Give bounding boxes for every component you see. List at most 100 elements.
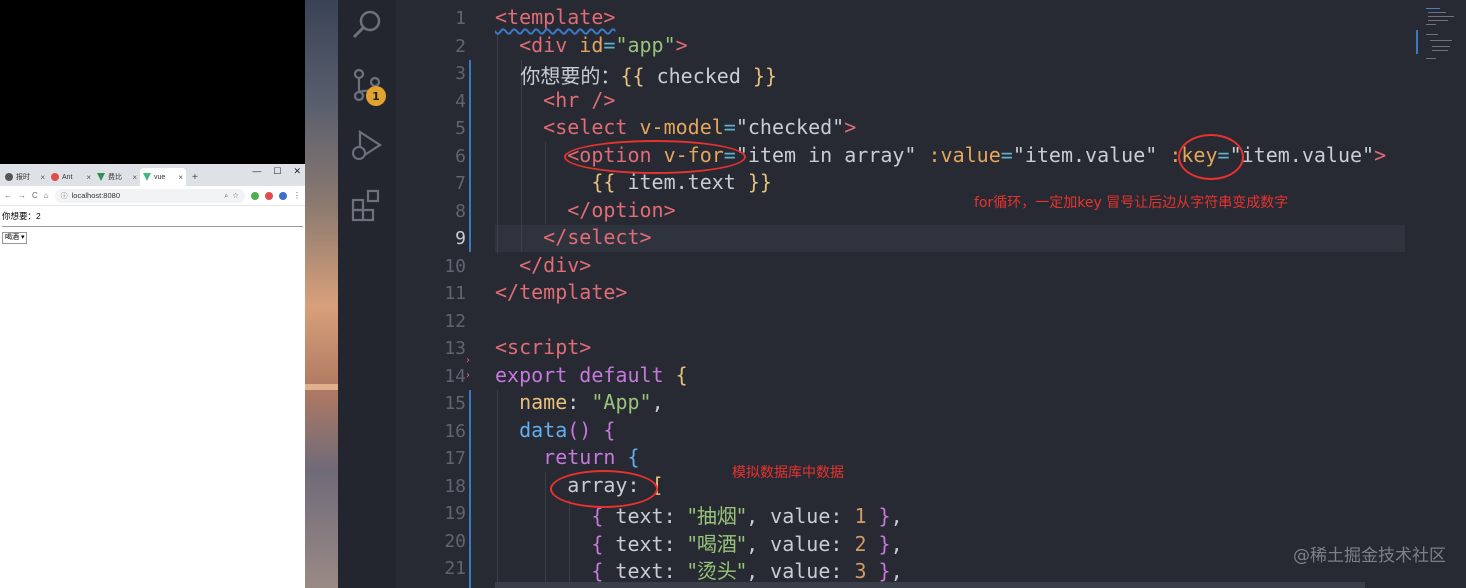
code-token: id xyxy=(567,32,604,57)
annotation-circle-array xyxy=(550,470,658,508)
code-token: > xyxy=(675,32,688,57)
tab-favicon-icon xyxy=(143,173,151,181)
code-line[interactable]: </template> xyxy=(495,280,627,308)
tab-favicon-icon xyxy=(5,173,13,181)
browser-tab[interactable]: 费比 × xyxy=(94,168,140,186)
info-icon[interactable]: ⓘ xyxy=(61,191,68,201)
code-token: { xyxy=(603,417,616,442)
code-line[interactable]: {{ item.text }} xyxy=(495,170,772,198)
fold-arrow-icon[interactable]: › xyxy=(466,355,470,366)
line-number: 6 xyxy=(455,145,466,167)
line-number: 8 xyxy=(455,200,466,222)
code-line[interactable]: <hr /> xyxy=(495,88,615,116)
tab-close-icon[interactable]: × xyxy=(40,173,45,182)
code-line[interactable]: export default { xyxy=(495,363,688,391)
page-content: 你想要：2 喝酒 ▾ xyxy=(0,206,305,248)
code-token: v-model xyxy=(627,115,724,139)
line-number: 11 xyxy=(444,283,466,304)
menu-icon[interactable]: ⋮ xyxy=(293,191,301,200)
select-dropdown[interactable]: 喝酒 ▾ xyxy=(2,232,28,244)
line-number: 17 xyxy=(444,448,466,469)
fold-arrow-icon[interactable]: › xyxy=(466,370,470,381)
new-tab-button[interactable]: + xyxy=(192,172,198,183)
code-line[interactable]: { text: "烫头", value: 3 }, xyxy=(495,555,902,583)
code-line[interactable]: 你想要的：{{ checked }} xyxy=(495,60,777,88)
code-token: </div> xyxy=(519,252,592,277)
back-button[interactable]: ← xyxy=(4,191,12,200)
tab-close-icon[interactable]: × xyxy=(178,173,183,182)
tab-label: 报时 xyxy=(16,174,30,181)
maximize-button[interactable]: ☐ xyxy=(273,166,281,177)
browser-tab[interactable]: vue × xyxy=(140,168,186,186)
minimap[interactable] xyxy=(1402,0,1466,70)
bookmark-star-icon[interactable]: ☆ xyxy=(232,191,239,200)
code-token: { xyxy=(627,445,640,469)
address-bar[interactable]: ⓘ localhost:8080 ⌕ ☆ xyxy=(54,188,245,203)
code-token: "抽烟" xyxy=(687,504,747,528)
code-line[interactable]: <div id="app"> xyxy=(495,33,688,61)
code-token: { xyxy=(591,531,604,556)
tab-favicon-icon xyxy=(51,173,59,181)
extension-icon[interactable] xyxy=(265,191,273,200)
tab-close-icon[interactable]: × xyxy=(86,173,91,182)
code-line[interactable]: </select> xyxy=(495,225,651,253)
forward-button[interactable]: → xyxy=(18,191,26,200)
code-line[interactable]: return { xyxy=(495,445,640,473)
extensions-icon[interactable] xyxy=(350,188,384,222)
code-token: "item in array" xyxy=(735,142,917,167)
search-icon[interactable] xyxy=(350,8,384,42)
horizontal-scrollbar[interactable] xyxy=(495,582,1365,588)
code-token: , value: xyxy=(746,504,855,528)
code-token: "item.value" xyxy=(1012,142,1158,167)
code-line[interactable]: <script> xyxy=(495,335,591,363)
code-token: , xyxy=(651,390,664,414)
code-token: return xyxy=(543,445,616,469)
line-number: 14 xyxy=(444,365,466,387)
code-line[interactable]: data() { xyxy=(495,418,615,446)
profile-avatar[interactable] xyxy=(279,191,287,200)
annotation-key-note: for循环，一定加key 冒号让后边从字符串变成数字 xyxy=(974,195,1289,211)
browser-top-black-area xyxy=(0,0,305,164)
code-token: > xyxy=(844,115,857,139)
browser-tab[interactable]: Ant × xyxy=(48,168,94,186)
run-debug-icon[interactable] xyxy=(350,128,384,162)
code-token: "App" xyxy=(591,390,652,414)
close-window-button[interactable]: ✕ xyxy=(293,166,301,177)
home-button[interactable]: ⌂ xyxy=(44,191,49,200)
code-token: = xyxy=(603,32,616,57)
code-line[interactable]: { text: "抽烟", value: 1 }, xyxy=(495,500,902,528)
minimize-button[interactable]: — xyxy=(252,166,261,177)
annotation-array-note: 模拟数据库中数据 xyxy=(732,465,844,481)
extension-icon[interactable] xyxy=(251,191,259,200)
line-number: 4 xyxy=(455,90,466,112)
code-line[interactable]: </div> xyxy=(495,253,591,281)
zoom-icon[interactable]: ⌕ xyxy=(224,191,228,201)
code-token: default xyxy=(579,362,664,387)
code-token: "喝酒" xyxy=(687,531,747,556)
code-token: { xyxy=(675,362,688,387)
code-token: } xyxy=(878,559,891,583)
line-number: 16 xyxy=(444,420,466,442)
code-line[interactable]: <template> xyxy=(495,5,615,33)
code-editor[interactable]: › › 1 2 3 4 5 6 7 8 9 10 11 12 13 14 15 16 17 18 19 20 21 <t… xyxy=(396,0,1466,588)
code-token: <div xyxy=(519,32,568,57)
browser-tab[interactable]: 报时 × xyxy=(2,168,48,186)
line-number: 3 xyxy=(455,63,466,84)
code-line[interactable]: <select v-model="checked"> xyxy=(495,115,856,143)
code-line[interactable]: name: "App", xyxy=(495,390,664,418)
code-line[interactable]: { text: "喝酒", value: 2 }, xyxy=(495,528,902,556)
code-token: "app" xyxy=(615,32,676,57)
code-line[interactable]: </option> xyxy=(495,197,676,226)
reload-button[interactable]: C xyxy=(32,191,38,200)
code-token: </option> xyxy=(567,197,676,222)
tab-close-icon[interactable]: × xyxy=(132,173,137,182)
